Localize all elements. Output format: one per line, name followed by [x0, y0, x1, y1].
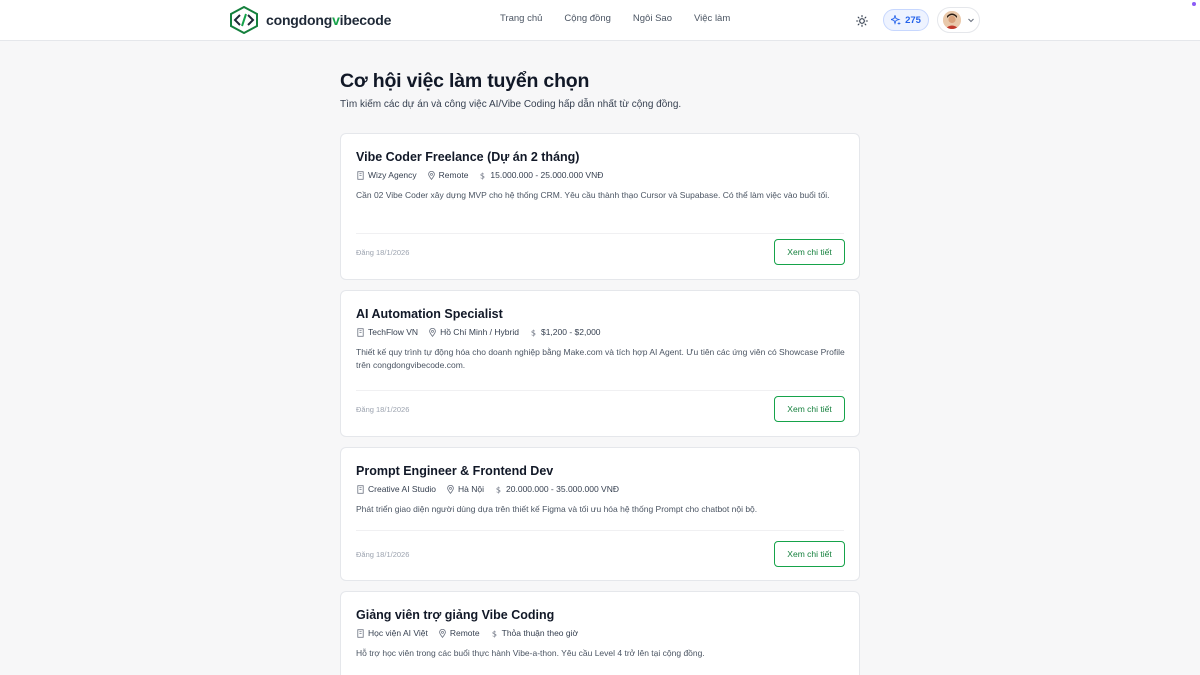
- job-card: Giảng viên trợ giảng Vibe Coding Học việ…: [340, 591, 860, 675]
- job-description: Phát triển giao diện người dùng dựa trên…: [356, 504, 758, 514]
- view-details-button[interactable]: Xem chi tiết: [774, 541, 845, 567]
- company-name: Creative AI Studio: [368, 484, 437, 494]
- job-location: Remote: [438, 628, 480, 638]
- posted-date: Đăng 18/1/2026: [356, 550, 410, 559]
- posted-date: Đăng 18/1/2026: [356, 405, 410, 414]
- company-name: TechFlow VN: [368, 327, 419, 337]
- nav-stars[interactable]: Ngôi Sao: [633, 13, 672, 24]
- job-meta: Creative AI Studio Hà Nội $ 20.000.000 -…: [356, 484, 619, 494]
- building-icon: [357, 327, 364, 337]
- company-name: Học viện AI Việt: [368, 628, 428, 638]
- user-menu-button[interactable]: [937, 7, 980, 33]
- main-nav: Trang chủ Cộng đồng Ngôi Sao Việc làm: [500, 13, 730, 24]
- job-card: Prompt Engineer & Frontend Dev Creative …: [340, 447, 860, 581]
- job-title[interactable]: Giảng viên trợ giảng Vibe Coding: [356, 608, 554, 622]
- company-name: Wizy Agency: [368, 170, 417, 180]
- job-company: Creative AI Studio: [356, 484, 436, 494]
- job-description: Cần 02 Vibe Coder xây dựng MVP cho hệ th…: [356, 190, 830, 200]
- job-location: Hồ Chí Minh / Hybrid: [428, 327, 519, 337]
- svg-text:$: $: [496, 485, 501, 494]
- location-text: Remote: [438, 170, 469, 180]
- svg-text:$: $: [531, 328, 536, 337]
- dollar-icon: $: [496, 485, 501, 494]
- job-salary: $ Thỏa thuận theo giờ: [490, 628, 579, 638]
- theme-toggle-button[interactable]: [850, 9, 873, 32]
- nav-jobs[interactable]: Việc làm: [694, 13, 730, 24]
- job-salary: $ 20.000.000 - 35.000.000 VNĐ: [494, 484, 619, 494]
- job-meta: Học viện AI Việt Remote $ Thỏa thuận the…: [356, 628, 578, 638]
- card-divider: [356, 530, 844, 531]
- avatar: [943, 11, 961, 29]
- card-divider: [356, 390, 844, 391]
- job-salary: $ 15.000.000 - 25.000.000 VNĐ: [478, 170, 603, 180]
- sparkle-icon: [891, 15, 902, 25]
- notification-dot: [1192, 2, 1196, 6]
- points-badge[interactable]: 275: [883, 9, 929, 31]
- dollar-icon: $: [480, 171, 485, 180]
- site-logo[interactable]: congdongvibecode: [228, 6, 391, 34]
- job-company: Học viện AI Việt: [356, 628, 428, 638]
- location-text: Hồ Chí Minh / Hybrid: [440, 327, 519, 337]
- job-card: Vibe Coder Freelance (Dự án 2 tháng) Wiz…: [340, 133, 860, 280]
- svg-text:$: $: [480, 171, 485, 180]
- logo-text: congdongvibecode: [266, 12, 392, 28]
- posted-date: Đăng 18/1/2026: [356, 248, 410, 257]
- job-company: Wizy Agency: [356, 170, 417, 180]
- job-description: Thiết kế quy trình tự động hóa cho doanh…: [356, 347, 845, 370]
- job-location: Remote: [427, 170, 469, 180]
- job-salary: $ $1,200 - $2,000: [529, 327, 601, 337]
- card-divider: [356, 233, 844, 234]
- building-icon: [357, 170, 364, 180]
- dollar-icon: $: [492, 629, 497, 638]
- job-location: Hà Nội: [446, 484, 484, 494]
- view-details-button[interactable]: Xem chi tiết: [774, 396, 845, 422]
- logo-mark-icon: [230, 6, 258, 34]
- top-header: congdongvibecode Trang chủ Cộng đồng Ngô…: [0, 0, 1200, 41]
- chevron-down-icon: [968, 18, 974, 23]
- points-count: 275: [905, 14, 921, 26]
- sun-icon: [855, 14, 868, 27]
- map-pin-icon: [439, 628, 446, 638]
- job-title[interactable]: Vibe Coder Freelance (Dự án 2 tháng): [356, 150, 579, 164]
- map-pin-icon: [427, 170, 435, 180]
- salary-text: Thỏa thuận theo giờ: [501, 628, 579, 638]
- dollar-icon: $: [531, 328, 536, 337]
- salary-text: 15.000.000 - 25.000.000 VNĐ: [490, 170, 604, 180]
- job-title[interactable]: AI Automation Specialist: [356, 307, 503, 321]
- nav-community[interactable]: Cộng đồng: [564, 13, 610, 24]
- svg-text:$: $: [492, 629, 497, 638]
- building-icon: [357, 484, 364, 494]
- job-card: AI Automation Specialist TechFlow VN Hồ …: [340, 290, 860, 437]
- job-meta: TechFlow VN Hồ Chí Minh / Hybrid $ $1,20…: [356, 327, 601, 337]
- view-details-button[interactable]: Xem chi tiết: [774, 239, 845, 265]
- salary-text: 20.000.000 - 35.000.000 VNĐ: [506, 484, 619, 494]
- job-meta: Wizy Agency Remote $ 15.000.000 - 25.000…: [356, 170, 603, 180]
- job-company: TechFlow VN: [356, 327, 418, 337]
- page-title: Cơ hội việc làm tuyển chọn: [340, 70, 590, 92]
- page-subtitle: Tìm kiếm các dự án và công việc AI/Vibe …: [340, 99, 682, 110]
- salary-text: $1,200 - $2,000: [540, 327, 601, 337]
- job-description: Hỗ trợ học viên trong các buổi thực hành…: [356, 648, 705, 658]
- nav-home[interactable]: Trang chủ: [500, 13, 542, 24]
- location-text: Hà Nội: [458, 484, 485, 494]
- building-icon: [357, 628, 364, 638]
- job-title[interactable]: Prompt Engineer & Frontend Dev: [356, 464, 553, 478]
- map-pin-icon: [447, 484, 454, 494]
- location-text: Remote: [449, 628, 480, 638]
- map-pin-icon: [429, 327, 436, 337]
